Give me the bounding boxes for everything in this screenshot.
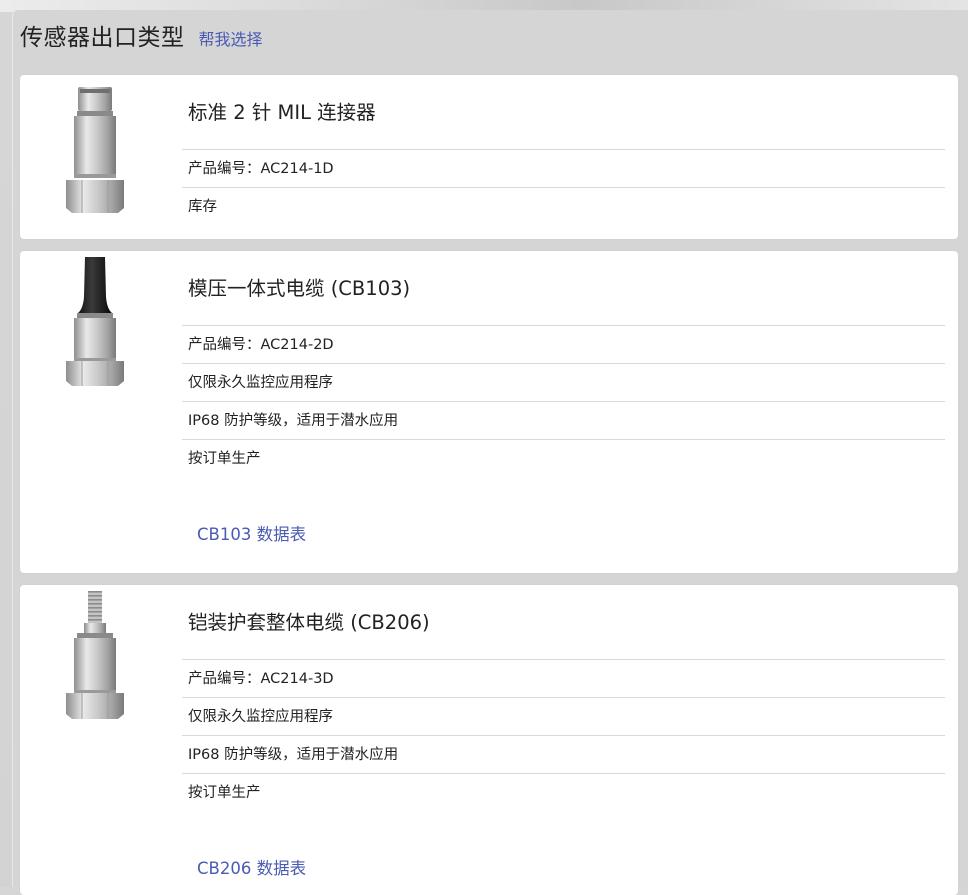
part-number: 产品编号：AC214-3D [182, 660, 945, 698]
part-number: 产品编号：AC214-1D [182, 150, 945, 188]
option-title: 标准 2 针 MIL 连接器 [182, 75, 945, 150]
application-note: 仅限永久监控应用程序 [182, 698, 945, 736]
option-card-mil-connector[interactable]: 标准 2 针 MIL 连接器 产品编号：AC214-1D 库存 [20, 75, 958, 239]
protection-rating: IP68 防护等级，适用于潜水应用 [182, 736, 945, 774]
availability-status: 按订单生产 [188, 785, 261, 801]
armored-cable-sensor-image [66, 591, 124, 719]
part-number: 产品编号：AC214-2D [182, 326, 945, 364]
availability-status: 库存 [188, 199, 217, 215]
section-title: 传感器出口类型 [20, 25, 185, 51]
help-me-choose-link[interactable]: 帮我选择 [199, 26, 263, 50]
option-info: 铠装护套整体电缆 (CB206) 产品编号：AC214-3D 仅限永久监控应用程… [182, 585, 945, 811]
option-info: 标准 2 针 MIL 连接器 产品编号：AC214-1D 库存 [182, 75, 945, 225]
option-card-cb103-cable[interactable]: 模压一体式电缆 (CB103) 产品编号：AC214-2D 仅限永久监控应用程序… [20, 251, 958, 573]
molded-cable-sensor-image [66, 257, 124, 386]
cb206-datasheet-link[interactable]: CB206 数据表 [197, 855, 306, 879]
option-info: 模压一体式电缆 (CB103) 产品编号：AC214-2D 仅限永久监控应用程序… [182, 251, 945, 477]
option-title: 模压一体式电缆 (CB103) [182, 251, 945, 326]
cb103-datasheet-link[interactable]: CB103 数据表 [197, 521, 306, 545]
availability-status: 按订单生产 [188, 451, 261, 467]
application-note: 仅限永久监控应用程序 [182, 364, 945, 402]
section-header: 传感器出口类型 帮我选择 [20, 18, 263, 58]
protection-rating: IP68 防护等级，适用于潜水应用 [182, 402, 945, 440]
option-title: 铠装护套整体电缆 (CB206) [182, 585, 945, 660]
mil-connector-sensor-image [66, 87, 124, 213]
option-card-cb206-cable[interactable]: 铠装护套整体电缆 (CB206) 产品编号：AC214-3D 仅限永久监控应用程… [20, 585, 958, 895]
